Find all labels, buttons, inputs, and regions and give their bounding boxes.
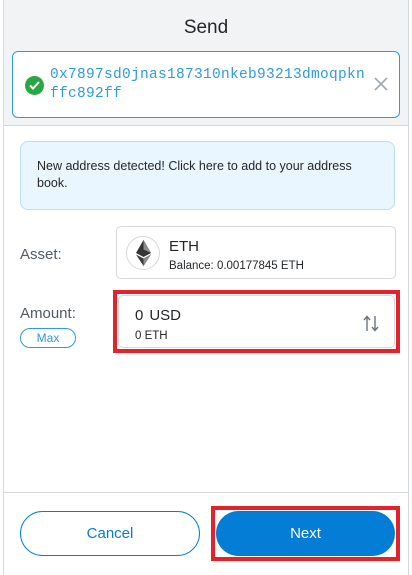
amount-fiat: 0 USD <box>135 307 181 324</box>
footer: Cancel Next <box>4 492 408 575</box>
asset-balance: Balance: 0.00177845 ETH <box>169 260 304 272</box>
asset-label: Asset: <box>20 246 62 263</box>
recipient-address: 0x7897sd0jnas187310nkeb93213dmoqpknffc89… <box>50 67 366 102</box>
ethereum-icon <box>126 236 160 270</box>
asset-selector[interactable]: ETH Balance: 0.00177845 ETH <box>116 226 396 279</box>
check-icon <box>25 76 44 95</box>
amount-crypto: 0 ETH <box>135 330 168 342</box>
next-button[interactable]: Next <box>216 511 395 556</box>
send-header: Send 0x7897sd0jnas187310nkeb93213dmoqpkn… <box>4 0 408 126</box>
amount-input[interactable]: 0 USD 0 ETH <box>118 295 395 348</box>
page-title: Send <box>183 17 229 38</box>
close-icon[interactable] <box>371 74 391 94</box>
new-address-notice[interactable]: New address detected! Click here to add … <box>20 141 395 210</box>
asset-symbol: ETH <box>169 238 199 255</box>
amount-fiat-currency: USD <box>149 307 182 324</box>
send-screen: Send 0x7897sd0jnas187310nkeb93213dmoqpkn… <box>3 0 409 575</box>
max-button[interactable]: Max <box>20 328 76 348</box>
recipient-address-field[interactable]: 0x7897sd0jnas187310nkeb93213dmoqpknffc89… <box>12 51 400 118</box>
cancel-button[interactable]: Cancel <box>20 511 200 556</box>
notice-text: New address detected! Click here to add … <box>37 159 352 190</box>
amount-fiat-value: 0 <box>135 307 144 324</box>
amount-label: Amount: <box>20 305 76 322</box>
swap-arrows-icon[interactable] <box>363 314 379 333</box>
